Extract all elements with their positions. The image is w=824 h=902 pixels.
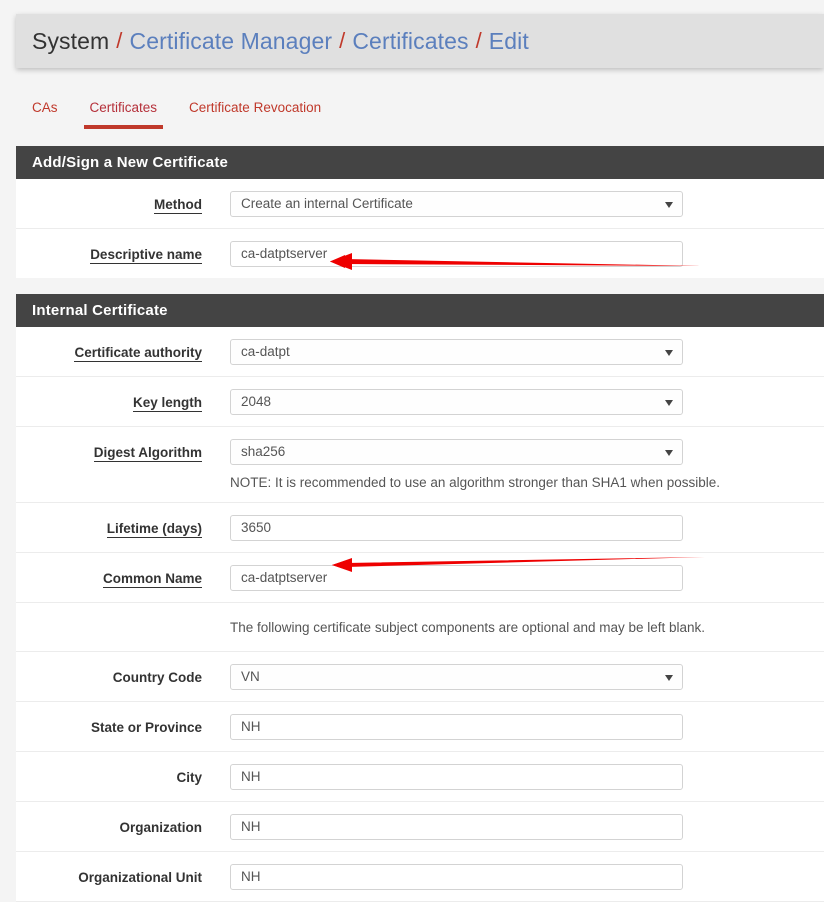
breadcrumb-item-certificates[interactable]: Certificates (352, 29, 468, 53)
field-organization: NH (202, 814, 824, 840)
form-row-digest-algorithm: Digest Algorithm sha256 NOTE: It is reco… (16, 427, 824, 503)
label-country-code: Country Code (112, 670, 202, 685)
chevron-down-icon (665, 350, 673, 356)
label-common-name: Common Name (102, 571, 202, 588)
tab-cas[interactable]: CAs (16, 92, 74, 129)
breadcrumb: System / Certificate Manager / Certifica… (16, 14, 824, 68)
state-or-province-value: NH (241, 719, 261, 734)
tab-certificates[interactable]: Certificates (74, 92, 174, 129)
field-optional-note: The following certificate subject compon… (202, 615, 824, 636)
section-header-internal-certificate: Internal Certificate (16, 294, 824, 327)
breadcrumb-item-edit[interactable]: Edit (489, 29, 529, 53)
form-row-organization: Organization NH (16, 802, 824, 852)
section-header-add-sign: Add/Sign a New Certificate (16, 146, 824, 179)
field-method: Create an internal Certificate (202, 191, 824, 217)
tab-label: Certificate Revocation (189, 100, 322, 115)
tab-label: Certificates (89, 100, 158, 115)
city-value: NH (241, 769, 261, 784)
form-row-common-name: Common Name ca-datptserver (16, 553, 824, 603)
organizational-unit-value: NH (241, 869, 261, 884)
key-length-value: 2048 (241, 394, 272, 409)
country-code-select[interactable]: VN (230, 664, 683, 690)
descriptive-name-value: ca-datptserver (241, 246, 328, 261)
section-spacer (16, 278, 824, 294)
label-descriptive-name: Descriptive name (90, 247, 202, 264)
organization-value: NH (241, 819, 261, 834)
digest-algorithm-value: sha256 (241, 444, 286, 459)
form-row-method: Method Create an internal Certificate (16, 179, 824, 229)
common-name-input[interactable]: ca-datptserver (230, 565, 683, 591)
label-digest-algorithm: Digest Algorithm (93, 445, 202, 462)
field-certificate-authority: ca-datpt (202, 339, 824, 365)
city-input[interactable]: NH (230, 764, 683, 790)
breadcrumb-separator: / (339, 28, 346, 53)
tab-label: CAs (32, 100, 58, 115)
form-row-state-or-province: State or Province NH (16, 702, 824, 752)
label-optional-note-spacer (16, 615, 202, 621)
descriptive-name-input[interactable]: ca-datptserver (230, 241, 683, 267)
key-length-select[interactable]: 2048 (230, 389, 683, 415)
chevron-down-icon (665, 202, 673, 208)
state-or-province-input[interactable]: NH (230, 714, 683, 740)
form-row-organizational-unit: Organizational Unit NH (16, 852, 824, 902)
certificate-authority-value: ca-datpt (241, 344, 290, 359)
label-key-length: Key length (132, 395, 202, 412)
content-panel: Add/Sign a New Certificate Method Create… (16, 146, 824, 902)
field-organizational-unit: NH (202, 864, 824, 890)
lifetime-days-value: 3650 (241, 520, 272, 535)
field-digest-algorithm: sha256 NOTE: It is recommended to use an… (202, 439, 824, 491)
label-state-or-province: State or Province (90, 720, 202, 735)
form-row-city: City NH (16, 752, 824, 802)
tab-certificate-revocation[interactable]: Certificate Revocation (173, 92, 337, 129)
label-lifetime-days: Lifetime (days) (106, 521, 202, 538)
form-row-key-length: Key length 2048 (16, 377, 824, 427)
digest-algorithm-select[interactable]: sha256 (230, 439, 683, 465)
field-descriptive-name: ca-datptserver (202, 241, 824, 267)
field-common-name: ca-datptserver (202, 565, 824, 591)
chevron-down-icon (665, 400, 673, 406)
organizational-unit-input[interactable]: NH (230, 864, 683, 890)
form-row-country-code: Country Code VN (16, 652, 824, 702)
field-country-code: VN (202, 664, 824, 690)
field-city: NH (202, 764, 824, 790)
organization-input[interactable]: NH (230, 814, 683, 840)
label-city: City (176, 770, 202, 785)
certificate-authority-select[interactable]: ca-datpt (230, 339, 683, 365)
label-organizational-unit: Organizational Unit (78, 870, 202, 885)
label-organization: Organization (119, 820, 202, 835)
common-name-value: ca-datptserver (241, 570, 328, 585)
form-row-lifetime-days: Lifetime (days) 3650 (16, 503, 824, 553)
chevron-down-icon (665, 675, 673, 681)
breadcrumb-separator: / (116, 28, 123, 53)
country-code-value: VN (241, 669, 260, 684)
tab-bar: CAs Certificates Certificate Revocation (16, 92, 824, 136)
form-row-descriptive-name: Descriptive name ca-datptserver (16, 229, 824, 278)
digest-algorithm-note: NOTE: It is recommended to use an algori… (230, 475, 720, 490)
field-state-or-province: NH (202, 714, 824, 740)
method-select-value: Create an internal Certificate (241, 196, 413, 211)
label-method: Method (154, 197, 202, 214)
breadcrumb-root: System (32, 27, 110, 54)
label-certificate-authority: Certificate authority (74, 345, 202, 362)
breadcrumb-separator: / (475, 28, 482, 53)
field-lifetime-days: 3650 (202, 515, 824, 541)
chevron-down-icon (665, 450, 673, 456)
form-row-optional-note: The following certificate subject compon… (16, 603, 824, 652)
method-select[interactable]: Create an internal Certificate (230, 191, 683, 217)
breadcrumb-item-certificate-manager[interactable]: Certificate Manager (130, 29, 333, 53)
field-key-length: 2048 (202, 389, 824, 415)
lifetime-days-input[interactable]: 3650 (230, 515, 683, 541)
optional-components-note: The following certificate subject compon… (230, 620, 706, 635)
form-row-certificate-authority: Certificate authority ca-datpt (16, 327, 824, 377)
